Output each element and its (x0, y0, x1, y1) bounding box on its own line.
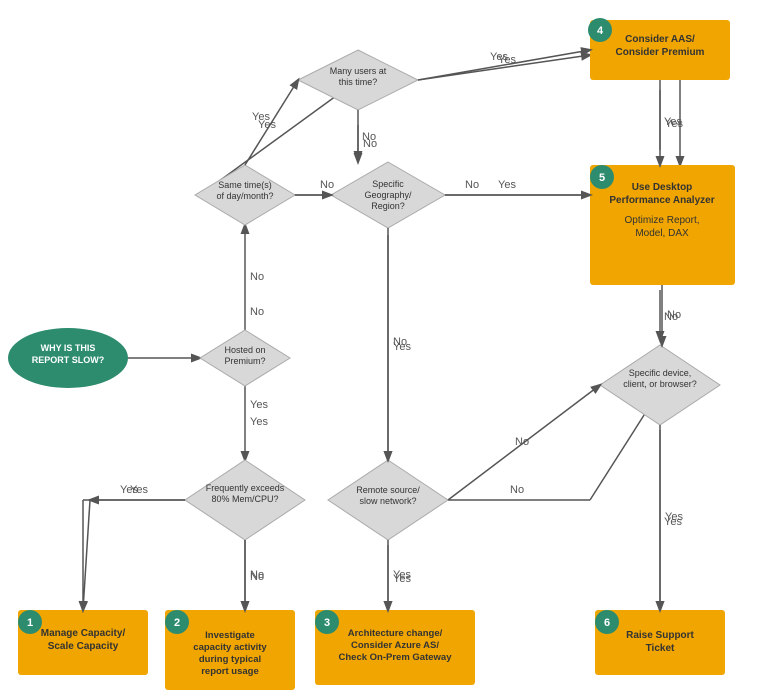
r4-connect-label: Yes (665, 118, 683, 130)
svg-text:Yes: Yes (250, 416, 268, 428)
q6-no-label: No (515, 436, 529, 448)
q2-label: Same time(s) (218, 180, 272, 190)
q7-yes-label: Yes (665, 511, 683, 523)
q1-yes-label: Yes (250, 399, 268, 411)
r6-label2: Ticket (646, 643, 675, 654)
svg-text:No: No (320, 179, 334, 191)
r3-label3: Check On-Prem Gateway (339, 652, 453, 663)
r4-label: Consider AAS/ (625, 34, 695, 45)
r3-label2: Consider Azure AS/ (351, 640, 439, 651)
r3-label: Architecture change/ (348, 628, 443, 639)
start-label2: REPORT SLOW? (32, 355, 105, 365)
r1-label: Manage Capacity/ (41, 628, 126, 639)
r6-label: Raise Support (626, 630, 694, 641)
q6-yes-label: Yes (393, 569, 411, 581)
q3-label2: this time? (339, 77, 378, 87)
q7-label: Specific device, (629, 368, 692, 378)
q5-label2: 80% Mem/CPU? (211, 494, 278, 504)
q6-label: Remote source/ (356, 485, 420, 495)
q4-yes-label: Yes (498, 179, 516, 191)
r2-label2: capacity activity (193, 642, 267, 653)
r2-label: Investigate (205, 630, 255, 641)
r5-label: Use Desktop (632, 182, 693, 193)
q2-label2: of day/month? (216, 191, 273, 201)
q5-yes-label: Yes (120, 484, 138, 496)
q3-yes-label: Yes (498, 54, 516, 66)
q4-label3: Region? (371, 201, 405, 211)
q4-label: Specific (372, 179, 404, 189)
r5-no-label: No (667, 309, 681, 321)
q6-label2: slow network? (359, 496, 416, 506)
q1-label2: Premium? (224, 356, 265, 366)
r5-label4: Model, DAX (635, 228, 689, 239)
r2-num: 2 (174, 617, 180, 629)
r1-num: 1 (27, 617, 33, 629)
q7-label2: client, or browser? (623, 379, 697, 389)
r6-num: 6 (604, 617, 610, 629)
r4-num: 4 (597, 25, 604, 37)
r5-label2: Performance Analyzer (609, 195, 714, 206)
q5-label: Frequently exceeds (206, 483, 285, 493)
q4-no-label: No (393, 336, 407, 348)
start-label: WHY IS THIS (41, 343, 96, 353)
q2-yes-label: Yes (252, 111, 270, 123)
r2-label3: during typical (199, 654, 261, 665)
r2-label4: report usage (201, 666, 259, 677)
q4-label2: Geography/ (364, 190, 412, 200)
q5-no-label: No (250, 569, 264, 581)
svg-text:No: No (250, 271, 264, 283)
q1-label: Hosted on (224, 345, 265, 355)
r5-label3: Optimize Report, (624, 215, 699, 226)
r3-num: 3 (324, 617, 330, 629)
svg-text:No: No (465, 179, 479, 191)
r5-num: 5 (599, 172, 605, 184)
r4-label2: Consider Premium (616, 47, 705, 58)
q3-label: Many users at (330, 66, 387, 76)
q1-no-label: No (250, 306, 264, 318)
r1-label2: Scale Capacity (48, 641, 119, 652)
svg-text:No: No (510, 484, 524, 496)
q3-no-label: No (362, 131, 376, 143)
